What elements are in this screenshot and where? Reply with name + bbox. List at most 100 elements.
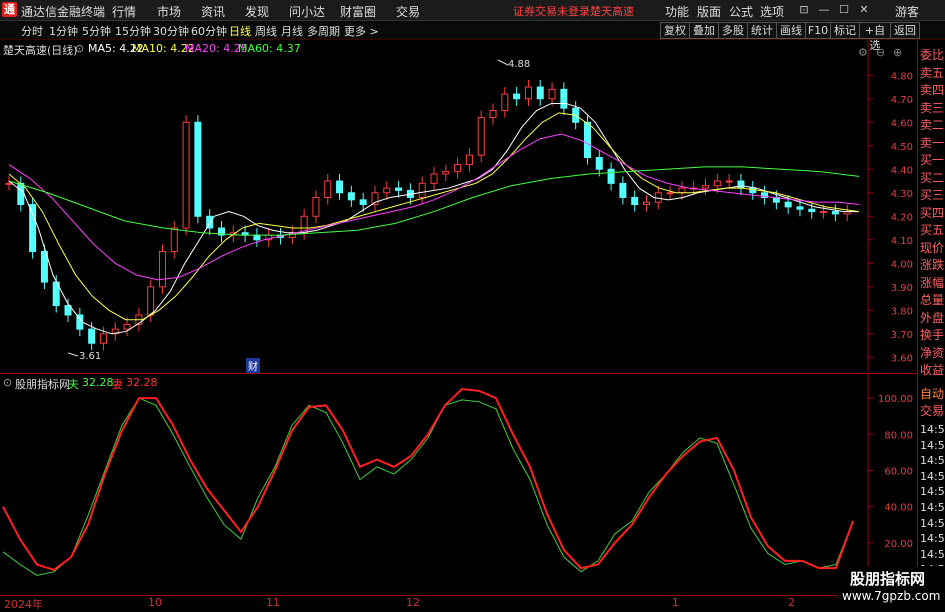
- adjust-button[interactable]: 复权: [660, 22, 690, 39]
- high-marker-line: [497, 59, 509, 66]
- candle-body: [324, 180, 332, 198]
- y-tick-label: 4.10: [891, 236, 913, 247]
- y-tick-label: 4.20: [891, 212, 913, 223]
- candle-body: [442, 171, 450, 175]
- close-icon[interactable]: ✕: [855, 1, 873, 18]
- back-button[interactable]: 返回: [890, 22, 920, 39]
- add-watchlist-button[interactable]: +自选: [859, 22, 891, 52]
- ma-line-ma5: [8, 102, 859, 335]
- watermark: 股朋指标网 www.7gpzb.com: [838, 566, 945, 609]
- quote-field-label: 换手: [920, 328, 945, 342]
- multi-stock-button[interactable]: 多股: [718, 22, 748, 39]
- y-tick-label: 4.60: [891, 118, 913, 129]
- period-monthly[interactable]: 月线: [281, 23, 303, 39]
- date-label: 2: [788, 596, 795, 609]
- candle-body: [619, 182, 627, 198]
- tick-time: 14:56: [920, 532, 945, 546]
- period-30min[interactable]: 30分钟: [153, 23, 189, 39]
- candle-body: [170, 227, 178, 253]
- statistics-button[interactable]: 统计: [747, 22, 777, 39]
- candle-body: [831, 211, 839, 215]
- guest-label[interactable]: 游客: [895, 3, 919, 20]
- main-chart-panel[interactable]: 楚天高速(日线) ⊙ MA5: 4.22 MA10: 4.22 MA20: 4.…: [0, 40, 917, 373]
- candle-body: [123, 323, 131, 330]
- restore-icon[interactable]: ⊡: [795, 1, 813, 18]
- candle-body: [418, 182, 426, 198]
- menu-formula[interactable]: 公式: [729, 3, 753, 20]
- indicator-panel[interactable]: ⊙ 股朋指标网 夫 32.28 妻 32.28 100.00 80.00 60.00…: [0, 373, 917, 596]
- overlay-button[interactable]: 叠加: [689, 22, 719, 39]
- finance-marker[interactable]: 财: [246, 358, 260, 373]
- period-weekly[interactable]: 周线: [255, 23, 277, 39]
- y-tick-label: 80.00: [884, 430, 913, 441]
- menu-trade[interactable]: 交易: [396, 3, 420, 20]
- tick-time: 14:56: [920, 469, 945, 483]
- low-marker-line: [67, 352, 79, 357]
- f10-button[interactable]: F10: [805, 22, 831, 39]
- candle-body: [725, 180, 733, 183]
- quote-field-label: 卖二: [920, 118, 945, 132]
- candle-body: [737, 180, 745, 189]
- y-tick-label: 3.70: [891, 330, 913, 341]
- quote-field-label: 买三: [920, 188, 945, 202]
- indicator-chart[interactable]: 100.0080.0060.0040.0020.000.00: [0, 374, 917, 596]
- candle-body: [631, 196, 639, 206]
- candle-body: [465, 154, 473, 166]
- menu-ask[interactable]: 问小达: [289, 3, 325, 20]
- candle-body: [702, 185, 710, 189]
- period-daily[interactable]: 日线: [229, 23, 251, 39]
- high-price-label: 4.88: [508, 59, 531, 70]
- menu-market[interactable]: 市场: [157, 3, 181, 20]
- auto-tab[interactable]: 自动: [920, 385, 944, 402]
- quote-field-label: 买一: [920, 153, 945, 167]
- app-name: 通达信金融终端: [21, 5, 106, 19]
- y-tick-label: 4.50: [891, 142, 913, 153]
- tick-time: 14:56: [920, 516, 945, 530]
- candle-body: [347, 192, 355, 201]
- quote-field-label: 买二: [920, 170, 945, 185]
- period-toolbar: 分时 1分钟 5分钟 15分钟 30分钟 60分钟 日线 周线 月线 多周期 更…: [0, 21, 945, 52]
- menu-function[interactable]: 功能: [665, 3, 689, 20]
- draw-line-button[interactable]: 画线: [776, 22, 806, 39]
- menu-discover[interactable]: 发现: [245, 3, 269, 20]
- menu-news[interactable]: 资讯: [201, 3, 225, 20]
- mark-button[interactable]: 标记: [830, 22, 860, 39]
- minimize-icon[interactable]: —: [815, 1, 833, 18]
- tick-time: 14:56: [920, 485, 945, 499]
- candle-body: [430, 173, 438, 184]
- candle-body: [513, 93, 521, 100]
- y-tick-label: 40.00: [884, 503, 913, 514]
- period-tick[interactable]: 分时: [21, 23, 43, 39]
- candle-body: [336, 180, 344, 194]
- period-5min[interactable]: 5分钟: [82, 23, 111, 39]
- quote-field-label: 卖五: [920, 65, 945, 80]
- trade-tab[interactable]: 交易: [920, 402, 944, 419]
- login-warning[interactable]: 证券交易未登录: [513, 3, 590, 19]
- ma-line-ma20: [8, 133, 860, 281]
- candle-body: [29, 204, 37, 253]
- menu-wealth[interactable]: 财富圈: [340, 3, 376, 20]
- menu-options[interactable]: 选项: [760, 3, 784, 20]
- candle-body: [607, 168, 615, 184]
- quote-side-panel: 委比 卖五 卖四 卖三 卖二 卖一 买一 买二 买三 买四 买五 现价 涨跌 涨幅 总量 外盘 换手 净资 收益 自动…: [917, 40, 945, 609]
- period-15min[interactable]: 15分钟: [115, 23, 151, 39]
- candle-body: [182, 121, 190, 229]
- date-label: 10: [148, 596, 162, 609]
- menu-market-quotes[interactable]: 行情: [112, 3, 136, 20]
- period-multi[interactable]: 多周期: [307, 23, 340, 39]
- date-label: 2024年: [4, 598, 43, 611]
- period-60min[interactable]: 60分钟: [191, 23, 227, 39]
- stock-name-title: 楚天高速: [590, 5, 634, 18]
- period-1min[interactable]: 1分钟: [49, 23, 78, 39]
- quote-field-label: 卖三: [920, 100, 945, 115]
- maximize-icon[interactable]: ☐: [835, 1, 853, 18]
- indicator-line-fu: [2, 397, 854, 576]
- quote-field-label: 卖一: [920, 135, 945, 150]
- candle-body: [147, 286, 155, 316]
- menu-layout[interactable]: 版面: [697, 3, 721, 20]
- candlestick-chart[interactable]: 4.80 4.70 4.60 4.50 4.40 4.30 4.20 4.10 4.00 3.90…: [0, 40, 917, 372]
- period-more[interactable]: 更多 >: [344, 23, 379, 39]
- candle-body: [253, 234, 261, 241]
- y-tick-label: 4.70: [891, 95, 913, 106]
- candle-body: [501, 93, 509, 112]
